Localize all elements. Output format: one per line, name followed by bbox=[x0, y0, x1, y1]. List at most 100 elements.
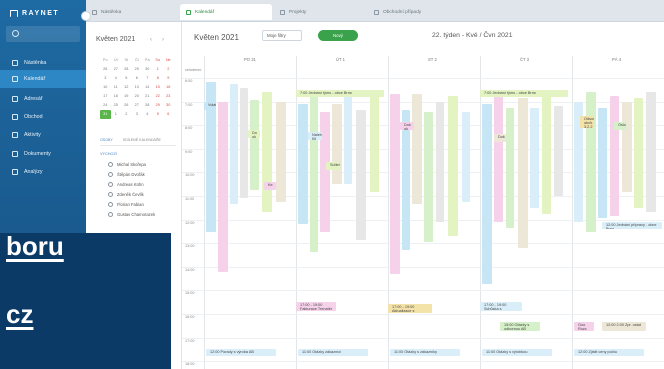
calendar-event[interactable]: 11:00 Otázky zákazníci bbox=[298, 349, 368, 356]
day-header[interactable]: PO 31 bbox=[244, 57, 256, 62]
event-block[interactable] bbox=[218, 102, 228, 272]
event-block[interactable] bbox=[370, 92, 379, 192]
event-block[interactable] bbox=[332, 104, 342, 184]
mini-calendar-day[interactable]: 16 bbox=[163, 83, 174, 92]
calendar-event[interactable]: 12:00 2:00 Zpr. ostat bbox=[602, 322, 646, 331]
mini-calendar-day[interactable]: 28 bbox=[121, 65, 132, 74]
mini-calendar-day[interactable]: 17 bbox=[100, 92, 111, 101]
calendar-event[interactable]: 17:00 - 19:00 Aktualizace s bbox=[388, 304, 432, 313]
tab-sdilene-kalendare[interactable]: SDÍLENÉ KALENDÁŘE bbox=[123, 138, 161, 142]
mini-calendar-day[interactable]: 31 bbox=[100, 110, 111, 119]
filter-dropdown[interactable]: Moje filtry bbox=[262, 30, 302, 41]
tab-kalendar[interactable]: Kalendář bbox=[180, 4, 272, 20]
day-header[interactable]: PÁ 4 bbox=[612, 57, 621, 62]
event-block[interactable] bbox=[230, 84, 238, 204]
sidebar-item-analyzy[interactable]: Analýzy bbox=[0, 163, 86, 181]
overlay-text-line2[interactable]: cz bbox=[6, 299, 33, 330]
calendar-event[interactable]: 12:00 Porady s výroba AB bbox=[206, 349, 276, 356]
calendar-event[interactable]: Náleh Kli bbox=[308, 132, 322, 140]
event-block[interactable] bbox=[622, 102, 632, 192]
mini-calendar-day[interactable]: 9 bbox=[163, 74, 174, 83]
person-item[interactable]: Štěpán Dvořák bbox=[108, 172, 145, 177]
event-block[interactable] bbox=[482, 104, 492, 284]
event-block[interactable] bbox=[276, 102, 286, 202]
mini-calendar-day[interactable]: 25 bbox=[111, 101, 122, 110]
calendar-event[interactable]: 7:00 Jednání týmu - obce Brno bbox=[296, 90, 384, 97]
create-button[interactable]: Nový bbox=[318, 30, 358, 41]
mini-calendar-day[interactable]: 11 bbox=[111, 83, 122, 92]
people-group-label[interactable]: VÝCHOZÍ bbox=[100, 152, 117, 156]
calendar-event[interactable]: 12:00 Jednání přípravy - obce Brno bbox=[602, 222, 662, 229]
day-header[interactable]: ČT 3 bbox=[520, 57, 529, 62]
mini-calendar-day[interactable]: 23 bbox=[163, 92, 174, 101]
event-block[interactable] bbox=[320, 112, 330, 232]
sidebar-item-adresar[interactable]: Adresář bbox=[0, 90, 86, 108]
event-block[interactable] bbox=[586, 92, 596, 232]
event-block[interactable] bbox=[530, 108, 539, 208]
mini-calendar-day[interactable]: 26 bbox=[121, 101, 132, 110]
next-month-icon[interactable]: › bbox=[162, 37, 164, 43]
overlay-text-line1[interactable]: boru bbox=[6, 231, 64, 262]
event-block[interactable] bbox=[262, 92, 272, 212]
mini-calendar-day[interactable]: 4 bbox=[111, 74, 122, 83]
event-block[interactable] bbox=[344, 94, 352, 184]
mini-calendar-day[interactable]: 14 bbox=[142, 83, 153, 92]
calendar-event[interactable]: 7:00 Jednání týmu - obce Brno bbox=[480, 90, 568, 97]
calendar-event[interactable]: Odsouhlas obch. 3.2.2 bbox=[580, 116, 594, 128]
sidebar-item-dokumenty[interactable]: Dokumenty bbox=[0, 145, 86, 163]
tab-obchodni-pripady[interactable]: Obchodní případy bbox=[368, 4, 468, 20]
mini-calendar-day[interactable]: 4 bbox=[142, 110, 153, 119]
mini-calendar-day[interactable]: 1 bbox=[153, 65, 164, 74]
search-button[interactable] bbox=[6, 26, 80, 42]
sidebar-item-obchod[interactable]: Obchod bbox=[0, 108, 86, 126]
mini-calendar-day[interactable]: 30 bbox=[163, 101, 174, 110]
event-block[interactable] bbox=[424, 112, 433, 242]
day-header[interactable]: ÚT 1 bbox=[336, 57, 345, 62]
person-item[interactable]: Michal Skořepa bbox=[108, 162, 146, 167]
event-block[interactable] bbox=[240, 88, 248, 198]
event-block[interactable] bbox=[412, 94, 422, 204]
calendar-event[interactable]: Ke bbox=[264, 182, 276, 190]
mini-calendar-day[interactable]: 2 bbox=[121, 110, 132, 119]
event-block[interactable] bbox=[518, 98, 528, 248]
event-block[interactable] bbox=[646, 92, 656, 212]
mini-calendar-day[interactable]: 10 bbox=[100, 83, 111, 92]
mini-calendar-day[interactable]: 27 bbox=[132, 101, 143, 110]
tab-projekty[interactable]: Projekty bbox=[274, 4, 366, 20]
mini-calendar-day[interactable]: 6 bbox=[163, 110, 174, 119]
mini-calendar-day[interactable]: 5 bbox=[153, 110, 164, 119]
mini-calendar-day[interactable]: 29 bbox=[132, 65, 143, 74]
calendar-event[interactable]: 17:00 - 19:00 Fakturace Trenatér bbox=[296, 302, 336, 311]
event-block[interactable] bbox=[542, 94, 551, 214]
mini-calendar-day[interactable]: 20 bbox=[132, 92, 143, 101]
person-item[interactable]: Florian Fabian bbox=[108, 202, 144, 207]
calendar-event[interactable]: Ooo Rozc bbox=[574, 322, 594, 331]
mini-calendar-day[interactable]: 5 bbox=[121, 74, 132, 83]
mini-calendar-day[interactable]: 1 bbox=[111, 110, 122, 119]
mini-calendar-day[interactable]: 27 bbox=[111, 65, 122, 74]
event-block[interactable] bbox=[436, 102, 444, 222]
mini-calendar-day[interactable]: 19 bbox=[121, 92, 132, 101]
event-block[interactable] bbox=[506, 108, 514, 228]
calendar-event[interactable]: 11:00 Otázky s výrobkou bbox=[482, 349, 552, 356]
mini-calendar-day[interactable]: 22 bbox=[153, 92, 164, 101]
calendar-event[interactable]: Volat bbox=[204, 102, 216, 110]
mini-calendar-day[interactable]: 26 bbox=[100, 65, 111, 74]
event-block[interactable] bbox=[598, 108, 607, 218]
sidebar-item-kalendar[interactable]: Kalendář bbox=[0, 70, 86, 88]
day-header[interactable]: ST 2 bbox=[428, 57, 437, 62]
mini-calendar-day[interactable]: 24 bbox=[100, 101, 111, 110]
mini-calendar-day[interactable]: 2 bbox=[163, 65, 174, 74]
mini-calendar-day[interactable]: 3 bbox=[132, 110, 143, 119]
mini-calendar-day[interactable]: 3 bbox=[100, 74, 111, 83]
mini-calendar-day[interactable]: 28 bbox=[142, 101, 153, 110]
mini-calendar-day[interactable]: 7 bbox=[142, 74, 153, 83]
mini-calendar-day[interactable]: 12 bbox=[121, 83, 132, 92]
event-block[interactable] bbox=[610, 96, 619, 216]
event-block[interactable] bbox=[390, 94, 400, 274]
calendar-event[interactable]: 11:00 Otázky s zákazníky bbox=[390, 349, 460, 356]
mini-calendar-day[interactable]: 8 bbox=[153, 74, 164, 83]
person-item[interactable]: Zdeněk Čevlík bbox=[108, 192, 144, 197]
calendar-event[interactable]: Dok ok bbox=[400, 122, 414, 130]
brand-logo[interactable]: RAYNET bbox=[10, 10, 59, 17]
